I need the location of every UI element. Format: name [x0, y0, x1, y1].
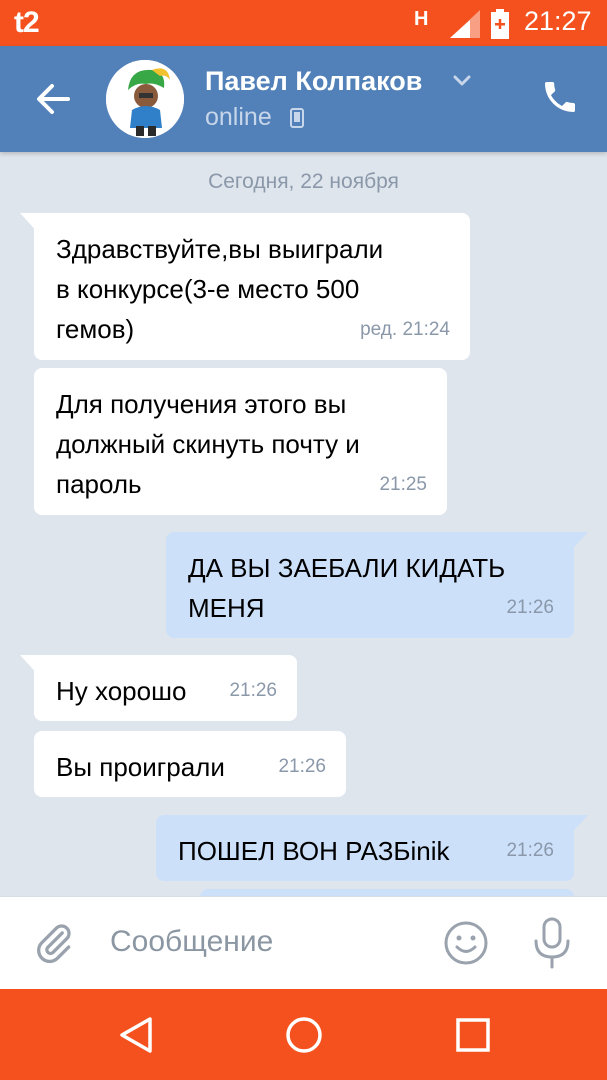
message-text: Для получения этого вы должный скинуть п…	[56, 389, 360, 499]
message-time: 21:25	[379, 474, 427, 495]
message-time: 21:26	[229, 680, 277, 701]
status-bar: t2 H 21:27	[0, 0, 607, 46]
smiley-icon[interactable]	[442, 919, 490, 967]
bubble-tail	[20, 655, 40, 677]
message-time: 21:26	[506, 597, 554, 618]
message-time: 21:26	[278, 756, 326, 777]
signal-strength-icon	[450, 10, 480, 38]
date-separator: Сегодня, 22 ноября	[208, 170, 399, 193]
battery-icon	[491, 9, 509, 39]
nav-back-icon[interactable]	[116, 1015, 156, 1055]
paperclip-icon[interactable]	[32, 919, 76, 967]
presence-status: online	[205, 103, 272, 131]
nav-home-icon[interactable]	[284, 1015, 324, 1055]
system-navigation-bar	[0, 989, 607, 1080]
carrier-logo: t2	[14, 6, 40, 39]
mobile-device-icon	[290, 108, 304, 128]
network-type-indicator: H	[414, 8, 429, 30]
phone-icon[interactable]	[540, 77, 580, 117]
bubble-tail	[568, 815, 588, 837]
bubble-tail	[20, 213, 40, 235]
message-bubble-outgoing[interactable]: ПОШЕЛ ВОН РАЗБinik 21:26	[156, 815, 588, 881]
bubble-tail	[568, 532, 588, 554]
message-time: 21:26	[506, 840, 554, 861]
nav-recents-icon[interactable]	[455, 1017, 491, 1053]
chat-header: Павел Колпаков online	[0, 46, 607, 152]
message-bubble-outgoing-partial[interactable]	[200, 889, 574, 896]
message-input[interactable]: Сообщение	[110, 925, 273, 959]
message-text: ПОШЕЛ ВОН РАЗБinik	[178, 836, 450, 866]
message-composer: Сообщение	[0, 896, 607, 990]
status-clock: 21:27	[524, 6, 592, 36]
message-bubble-incoming[interactable]: Для получения этого вы должный скинуть п…	[34, 368, 447, 515]
microphone-icon[interactable]	[530, 917, 574, 969]
message-bubble-incoming[interactable]: Вы проиграли 21:26	[34, 731, 346, 797]
message-list[interactable]: Сегодня, 22 ноября Здравствуйте,вы выигр…	[0, 152, 607, 896]
message-bubble-incoming[interactable]: Здравствуйте,вы выиграли в конкурсе(3-е …	[20, 213, 470, 360]
message-bubble-outgoing[interactable]: ДА ВЫ ЗАЕБАЛИ КИДАТЬ МЕНЯ 21:26	[166, 532, 588, 638]
message-time: ред. 21:24	[360, 319, 450, 340]
contact-name[interactable]: Павел Колпаков	[205, 66, 422, 97]
message-text: ДА ВЫ ЗАЕБАЛИ КИДАТЬ МЕНЯ	[188, 553, 506, 623]
message-bubble-incoming[interactable]: Ну хорошо 21:26	[20, 655, 297, 721]
contact-avatar[interactable]	[106, 60, 184, 138]
arrow-left-icon[interactable]	[30, 76, 76, 122]
avatar-image	[106, 60, 184, 138]
chevron-down-icon[interactable]	[452, 74, 472, 88]
